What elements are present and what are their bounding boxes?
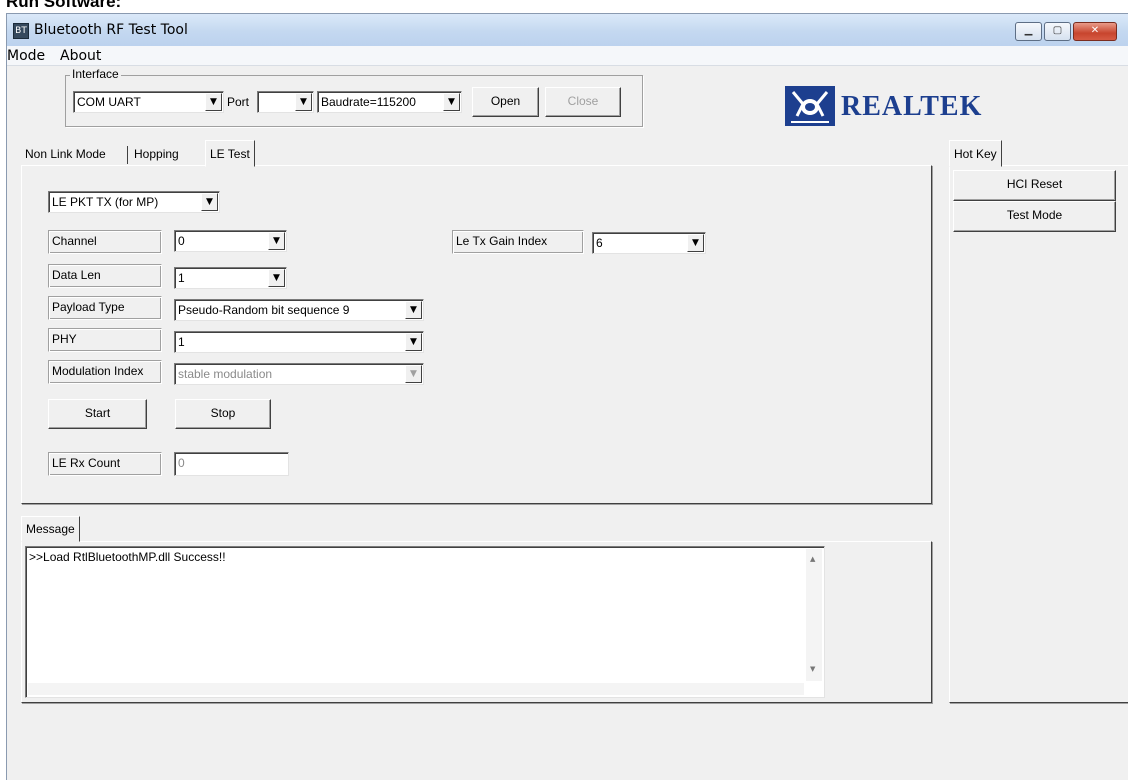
hci-reset-button[interactable]: HCI Reset	[953, 170, 1116, 201]
close-port-button[interactable]: Close	[545, 87, 621, 117]
hot-key-panel	[949, 165, 1128, 703]
phy-label: PHY	[48, 328, 162, 352]
port-select[interactable]: ▼	[257, 91, 314, 113]
dropdown-arrow-icon: ▼	[268, 232, 285, 250]
tab-non-link-mode[interactable]: Non Link Mode	[21, 144, 110, 166]
payload-type-select[interactable]: Pseudo-Random bit sequence 9 ▼	[174, 299, 424, 321]
tab-le-test[interactable]: LE Test	[205, 140, 255, 167]
tab-hot-key[interactable]: Hot Key	[949, 140, 1002, 167]
tab-divider	[127, 146, 128, 164]
port-label: Port	[227, 95, 250, 109]
message-log-text: >>Load RtlBluetoothMP.dll Success!!	[29, 550, 226, 564]
payload-type-label: Payload Type	[48, 296, 162, 320]
interface-group-label: Interface	[70, 67, 121, 81]
dropdown-arrow-icon: ▼	[268, 269, 285, 287]
app-icon: BT	[13, 23, 29, 39]
document-heading: Run Software:	[6, 0, 122, 11]
le-tx-gain-index-value: 6	[596, 236, 603, 250]
dropdown-arrow-icon: ▼	[443, 93, 460, 111]
baudrate-select[interactable]: Baudrate=115200 ▼	[317, 91, 462, 113]
title-bar[interactable]: BT Bluetooth RF Test Tool ▁ ▢ ✕	[7, 14, 1128, 46]
dropdown-arrow-icon: ▼	[405, 333, 422, 351]
horizontal-scrollbar[interactable]	[28, 683, 804, 695]
menu-about[interactable]: About	[60, 48, 101, 64]
data-len-select[interactable]: 1 ▼	[174, 267, 287, 289]
modulation-index-value: stable modulation	[178, 367, 273, 381]
realtek-logo-text: REALTEK	[841, 91, 983, 122]
data-len-value: 1	[178, 271, 185, 285]
tab-message[interactable]: Message	[21, 516, 80, 542]
channel-value: 0	[178, 234, 185, 248]
dropdown-arrow-icon: ▼	[201, 193, 218, 211]
payload-type-value: Pseudo-Random bit sequence 9	[178, 303, 350, 317]
scroll-up-icon[interactable]: ▲	[810, 555, 815, 563]
scroll-down-icon[interactable]: ▼	[810, 665, 815, 673]
dropdown-arrow-icon: ▼	[205, 93, 222, 111]
dropdown-arrow-icon: ▼	[687, 234, 704, 252]
le-tx-gain-index-select[interactable]: 6 ▼	[592, 232, 706, 254]
modulation-index-label: Modulation Index	[48, 360, 162, 384]
dropdown-arrow-icon: ▼	[405, 301, 422, 319]
tab-hopping[interactable]: Hopping	[130, 144, 183, 166]
start-button[interactable]: Start	[48, 399, 147, 429]
le-rx-count-label: LE Rx Count	[48, 452, 162, 476]
dropdown-arrow-icon: ▼	[405, 365, 422, 383]
interface-type-select[interactable]: COM UART ▼	[73, 91, 224, 113]
le-mode-value: LE PKT TX (for MP)	[52, 195, 159, 209]
channel-select[interactable]: 0 ▼	[174, 230, 287, 252]
baudrate-value: Baudrate=115200	[321, 95, 416, 109]
minimize-button[interactable]: ▁	[1015, 22, 1042, 41]
menu-mode[interactable]: Mode	[7, 48, 45, 64]
close-window-button[interactable]: ✕	[1073, 22, 1117, 41]
phy-value: 1	[178, 335, 185, 349]
interface-type-value: COM UART	[77, 95, 141, 109]
maximize-button[interactable]: ▢	[1044, 22, 1071, 41]
vertical-scrollbar[interactable]: ▲ ▼	[806, 549, 822, 681]
dropdown-arrow-icon: ▼	[295, 93, 312, 111]
message-log[interactable]: >>Load RtlBluetoothMP.dll Success!! ▲ ▼	[25, 546, 825, 698]
le-rx-count-field[interactable]: 0	[174, 452, 289, 476]
open-button[interactable]: Open	[472, 87, 539, 117]
le-mode-select[interactable]: LE PKT TX (for MP) ▼	[48, 191, 220, 213]
modulation-index-select[interactable]: stable modulation ▼	[174, 363, 424, 385]
menu-bar: Mode About	[7, 46, 1128, 66]
phy-select[interactable]: 1 ▼	[174, 331, 424, 353]
data-len-label: Data Len	[48, 264, 162, 288]
stop-button[interactable]: Stop	[175, 399, 271, 429]
test-mode-button[interactable]: Test Mode	[953, 201, 1116, 232]
window-title: Bluetooth RF Test Tool	[34, 22, 188, 38]
le-tx-gain-index-label: Le Tx Gain Index	[452, 230, 584, 254]
realtek-crab-logo-icon	[785, 86, 835, 126]
app-window: BT Bluetooth RF Test Tool ▁ ▢ ✕ Mode Abo…	[6, 13, 1128, 780]
channel-label: Channel	[48, 230, 162, 254]
